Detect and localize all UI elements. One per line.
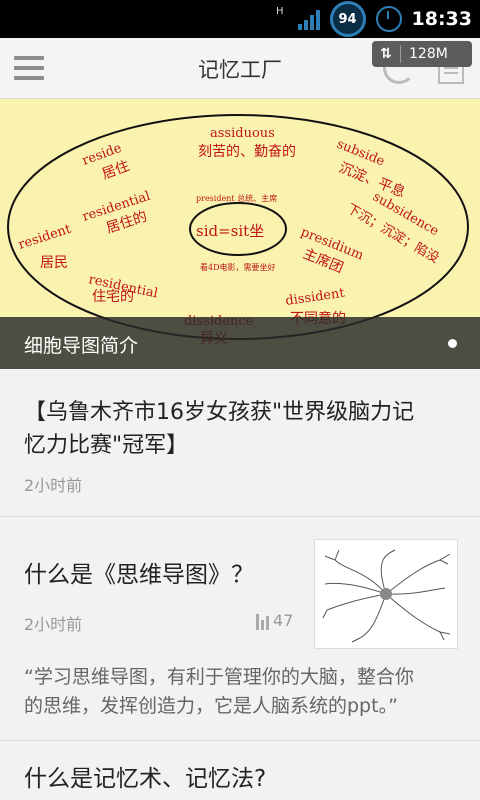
battery-indicator: 94 — [329, 1, 366, 37]
article-thumbnail — [314, 539, 458, 649]
mind-map-thumbnail-image — [322, 549, 451, 643]
view-count: 47 — [256, 611, 293, 630]
mind-map-center: sid=sit坐 — [196, 222, 264, 240]
mind-map-note: 看4D电影，需要坐好 — [200, 262, 276, 272]
network-type-indicator: H — [276, 6, 284, 17]
transfer-arrows-icon: ⇅ — [380, 46, 392, 62]
status-bar: H 94 18:33 — [0, 0, 480, 38]
mind-map-node-zh: 居住 — [100, 158, 132, 183]
mind-map-node-zh: 住宅的 — [92, 289, 134, 305]
banner-carousel[interactable]: sid=sit坐 president 总统、主席 看4D电影，需要坐好 assi… — [0, 99, 480, 369]
status-time: 18:33 — [411, 8, 472, 30]
mind-map-node-zh: 刻苦的、勤奋的 — [198, 144, 296, 160]
banner-caption: 细胞导图简介 — [24, 335, 139, 357]
list-item[interactable]: 什么是记忆术、记忆法? — [0, 741, 480, 800]
alarm-clock-icon — [375, 6, 402, 32]
carousel-indicator-dot — [448, 339, 457, 348]
article-title: 【乌鲁木齐市16岁女孩获"世界级脑力记 忆力比赛"冠军】 — [24, 400, 415, 458]
list-item[interactable]: 什么是《思维导图》？ 2小时前 47 “学习思维导图，有利于管理你的大脑，整合你… — [0, 517, 480, 740]
list-item[interactable]: 【乌鲁木齐市16岁女孩获"世界级脑力记 忆力比赛"冠军】 2小时前 — [0, 369, 480, 516]
article-title: 什么是记忆术、记忆法? — [24, 766, 267, 792]
banner-caption-bar: 细胞导图简介 — [0, 317, 480, 369]
mind-map-note: president 总统、主席 — [196, 193, 277, 203]
mind-map-node-en: assiduous — [210, 126, 275, 141]
battery-level: 94 — [338, 11, 357, 27]
signal-strength-icon — [297, 8, 320, 30]
article-time: 2小时前 — [24, 615, 83, 634]
stats-bar-icon — [256, 614, 269, 630]
memory-badge-label: 128M — [409, 46, 448, 62]
mind-map-node-en: dissident — [284, 286, 346, 309]
mind-map-node-en: resident — [17, 222, 74, 253]
article-time: 2小时前 — [24, 476, 83, 495]
app-header: 记忆工厂 ⇅ 128M — [0, 38, 480, 99]
memory-badge: ⇅ 128M — [372, 41, 472, 67]
mind-map-node-zh: 居民 — [40, 255, 68, 271]
article-description: “学习思维导图，有利于管理你的大脑，整合你 的思维，发挥创造力，它是人脑系统的p… — [24, 666, 414, 717]
article-title: 什么是《思维导图》？ — [24, 562, 254, 588]
